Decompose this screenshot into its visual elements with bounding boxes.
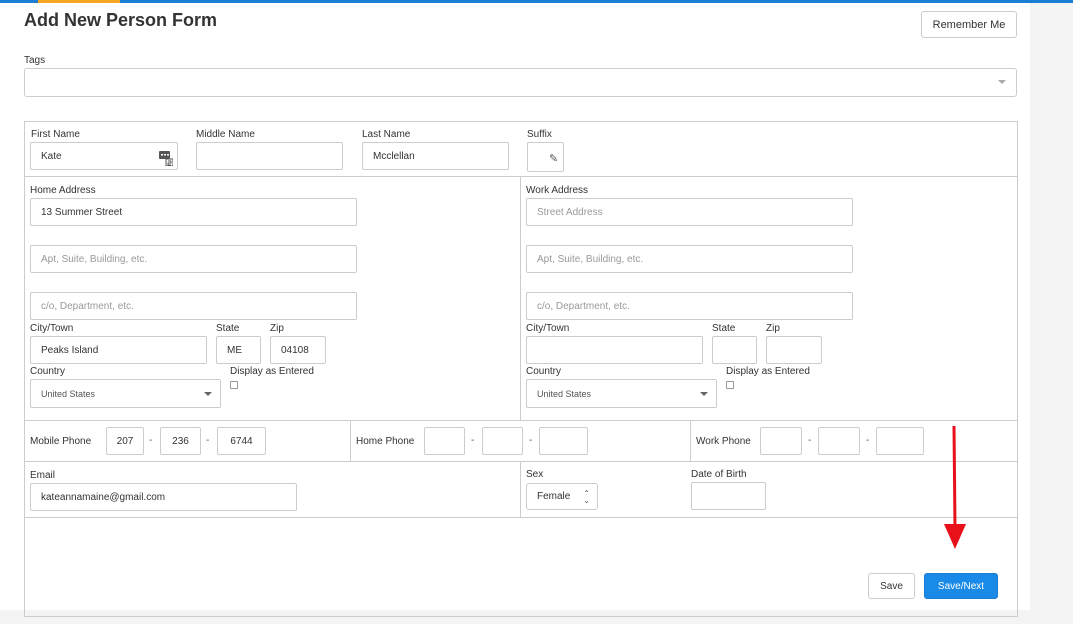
phone-separator: - (206, 435, 210, 446)
chevron-down-icon (700, 392, 708, 396)
work-country-label: Country (526, 366, 562, 377)
work-line-field[interactable] (876, 427, 924, 455)
home-city-field[interactable]: Peaks Island (30, 336, 207, 364)
divider (24, 616, 1018, 617)
home-zip-label: Zip (270, 323, 284, 334)
tags-select[interactable] (24, 68, 1017, 97)
home-prefix-field[interactable] (482, 427, 523, 455)
home-zip-field[interactable]: 04108 (270, 336, 326, 364)
dob-label: Date of Birth (691, 469, 747, 480)
phone-separator: - (808, 435, 812, 446)
phone-separator: - (529, 435, 533, 446)
home-address-label: Home Address (30, 185, 96, 196)
home-city-label: City/Town (30, 323, 74, 334)
home-state-field[interactable]: ME (216, 336, 261, 364)
up-down-chevron-icon: ⌃ ⌄ (583, 489, 590, 505)
middle-name-label: Middle Name (196, 129, 255, 140)
work-address-label: Work Address (526, 185, 589, 196)
divider (25, 420, 1018, 421)
work-zip-label: Zip (766, 323, 780, 334)
save-button[interactable]: Save (868, 573, 915, 599)
page-title: Add New Person Form (24, 10, 218, 30)
work-country-select[interactable]: United States (526, 379, 717, 408)
divider (25, 461, 1018, 462)
mobile-phone-label: Mobile Phone (30, 436, 92, 447)
work-co-field[interactable]: c/o, Department, etc. (526, 292, 853, 320)
red-arrow-annotation (944, 425, 966, 549)
home-country-value: United States (41, 388, 96, 399)
work-city-field[interactable] (526, 336, 703, 364)
home-area-field[interactable] (424, 427, 465, 455)
work-prefix-field[interactable] (818, 427, 860, 455)
work-state-field[interactable] (712, 336, 757, 364)
email-field[interactable]: kateannamaine@gmail.com (30, 483, 297, 511)
contact-card-icon[interactable] (159, 148, 173, 166)
work-area-field[interactable] (760, 427, 802, 455)
divider (25, 176, 1018, 177)
home-line-field[interactable] (539, 427, 588, 455)
home-state-label: State (216, 323, 240, 334)
work-country-value: United States (537, 388, 592, 399)
chevron-down-icon (998, 80, 1006, 84)
right-gutter (1030, 3, 1073, 624)
work-display-checkbox[interactable] (726, 381, 734, 389)
mobile-line-field[interactable]: 6744 (217, 427, 266, 455)
phone-separator: - (471, 435, 475, 446)
home-phone-label: Home Phone (356, 436, 415, 447)
sex-value: Female (537, 491, 571, 502)
mobile-prefix-field[interactable]: 236 (160, 427, 201, 455)
first-name-field[interactable]: Kate (30, 142, 178, 170)
home-street-field[interactable]: 13 Summer Street (30, 198, 357, 226)
work-phone-label: Work Phone (696, 436, 751, 447)
last-name-label: Last Name (362, 129, 411, 140)
home-co-field[interactable]: c/o, Department, etc. (30, 292, 357, 320)
work-city-label: City/Town (526, 323, 570, 334)
work-apt-field[interactable]: Apt, Suite, Building, etc. (526, 245, 853, 273)
work-street-field[interactable]: Street Address (526, 198, 853, 226)
divider (24, 518, 25, 617)
home-display-label: Display as Entered (230, 366, 314, 377)
middle-name-field[interactable] (196, 142, 343, 170)
phone-separator: - (866, 435, 870, 446)
email-label: Email (30, 470, 56, 481)
work-display-label: Display as Entered (726, 366, 810, 377)
divider (25, 517, 1018, 518)
pencil-icon: ✎ (549, 153, 559, 165)
phone-separator: - (149, 435, 153, 446)
last-name-field[interactable]: Mcclellan (362, 142, 509, 170)
tags-label: Tags (24, 55, 46, 66)
remember-me-button[interactable]: Remember Me (921, 11, 1017, 38)
top-accent-highlight (38, 0, 120, 3)
sex-label: Sex (526, 469, 544, 480)
divider (520, 177, 521, 420)
divider (1017, 518, 1018, 617)
home-country-label: Country (30, 366, 66, 377)
divider (690, 421, 691, 461)
divider (520, 462, 521, 518)
divider (350, 421, 351, 461)
sex-select[interactable]: Female ⌃ ⌄ (526, 483, 598, 510)
dob-field[interactable] (691, 482, 766, 510)
save-next-button[interactable]: Save/Next (924, 573, 998, 599)
top-accent-bar (0, 0, 1073, 3)
first-name-label: First Name (31, 129, 80, 140)
suffix-field[interactable]: ✎ (527, 142, 564, 172)
first-name-value: Kate (41, 150, 62, 162)
work-state-label: State (712, 323, 736, 334)
home-apt-field[interactable]: Apt, Suite, Building, etc. (30, 245, 357, 273)
suffix-label: Suffix (527, 129, 552, 140)
bottom-gutter (0, 610, 1073, 624)
home-display-checkbox[interactable] (230, 381, 238, 389)
chevron-down-icon (204, 392, 212, 396)
home-country-select[interactable]: United States (30, 379, 221, 408)
mobile-area-field[interactable]: 207 (106, 427, 144, 455)
work-zip-field[interactable] (766, 336, 822, 364)
